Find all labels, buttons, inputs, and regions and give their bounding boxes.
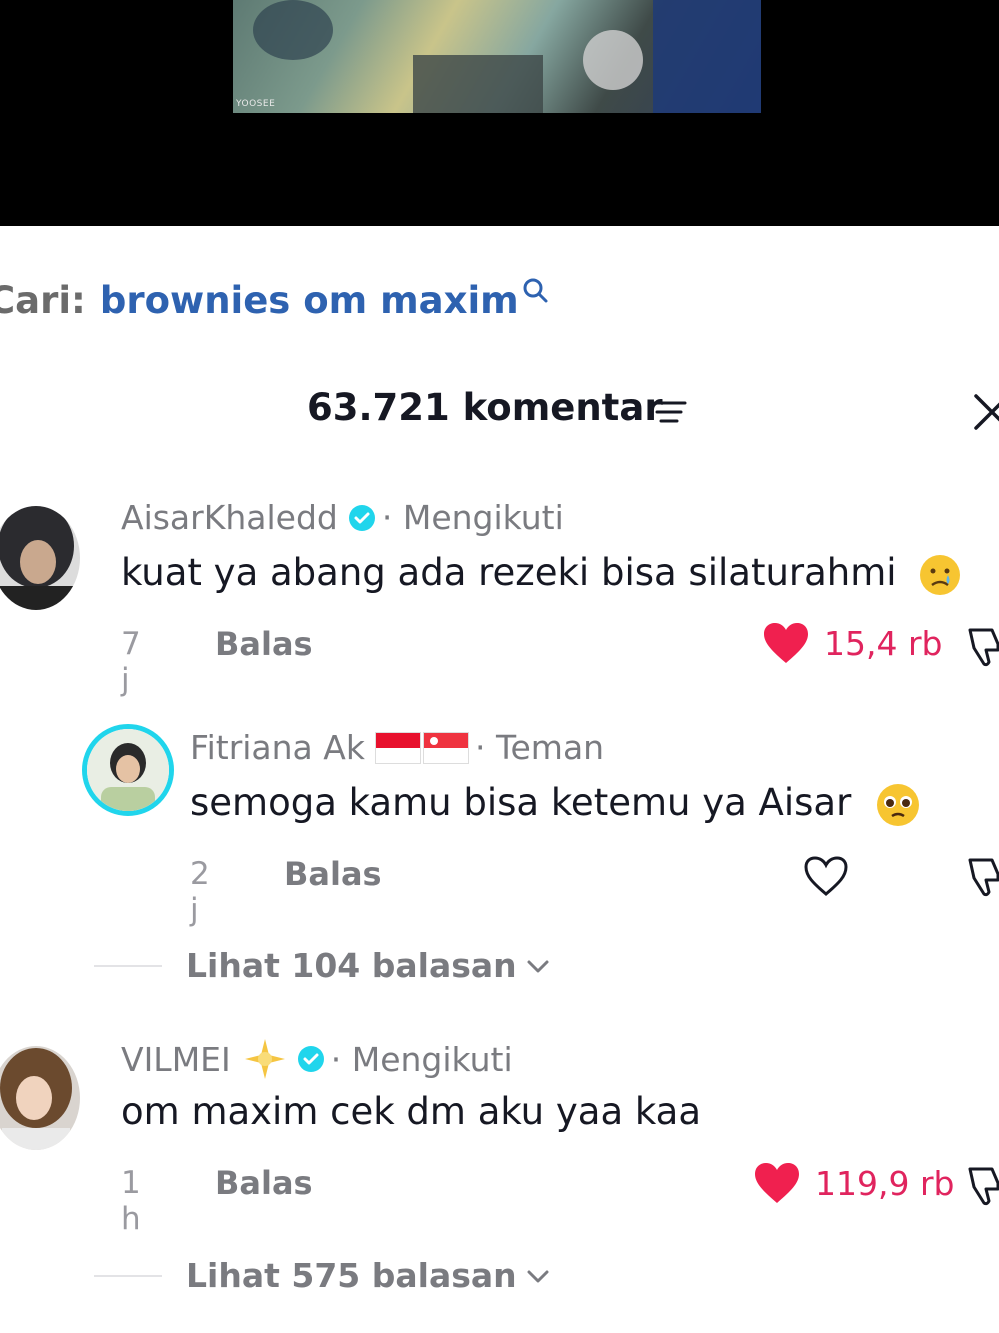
divider (94, 964, 162, 967)
comment-text-row: kuat ya abang ada rezeki bisa silaturahm… (121, 551, 962, 597)
search-query[interactable]: brownies om maxim (100, 279, 519, 322)
video-frame (233, 0, 761, 113)
comment-time: 1 h (121, 1165, 141, 1237)
avatar[interactable] (82, 724, 174, 816)
indonesia-flag-icon (374, 731, 421, 764)
like-button[interactable]: 15,4 rb (762, 621, 942, 665)
crying-face-emoji-icon (920, 554, 961, 595)
comment-count: 63.721 komentar (307, 386, 663, 429)
view-replies-button[interactable]: Lihat 575 balasan (94, 1256, 551, 1295)
heart-filled-icon (755, 1163, 799, 1203)
view-replies-label: Lihat 575 balasan (186, 1256, 517, 1295)
comment-username-row[interactable]: AisarKhaledd · Mengikuti (121, 498, 564, 537)
dislike-icon[interactable] (966, 624, 999, 668)
comment-time: 2 j (190, 856, 210, 928)
comment-text-row: semoga kamu bisa ketemu ya Aisar (190, 781, 921, 828)
reply-button[interactable]: Balas (284, 855, 382, 893)
relation-label: · Mengikuti (381, 498, 564, 537)
comment-text: om maxim cek dm aku yaa kaa (121, 1090, 702, 1133)
video-watermark: YOOSEE (236, 99, 276, 109)
search-prefix: Cari: (0, 278, 86, 322)
verified-badge-icon (297, 1046, 324, 1072)
verified-badge-icon (348, 504, 375, 531)
singapore-flag-icon (422, 731, 469, 764)
avatar[interactable] (0, 1046, 80, 1150)
comment-username[interactable]: AisarKhaledd (121, 498, 338, 537)
like-count: 119,9 rb (815, 1163, 955, 1203)
dislike-icon[interactable] (966, 1163, 999, 1207)
relation-label: · Mengikuti (330, 1039, 513, 1079)
comment-username[interactable]: Fitriana Ak (190, 728, 365, 767)
heart-filled-icon (764, 623, 808, 663)
comment-text-row: om maxim cek dm aku yaa kaa (121, 1090, 701, 1133)
divider (94, 1274, 162, 1277)
search-icon (523, 278, 548, 303)
reply-button[interactable]: Balas (215, 1164, 313, 1202)
comment-username[interactable]: VILMEI (121, 1040, 231, 1079)
view-replies-button[interactable]: Lihat 104 balasan (94, 946, 551, 985)
reply-button[interactable]: Balas (215, 625, 313, 663)
avatar[interactable] (0, 506, 80, 610)
video-player[interactable]: YOOSEE (0, 0, 999, 226)
pleading-face-emoji-icon (877, 783, 920, 826)
comment-username-row[interactable]: VILMEI · Mengikuti (121, 1037, 513, 1081)
like-count: 15,4 rb (824, 623, 943, 663)
sparkle-star-icon (244, 1039, 285, 1079)
comment-username-row[interactable]: Fitriana Ak · Teman (190, 728, 604, 767)
dislike-icon[interactable] (966, 854, 999, 898)
view-replies-label: Lihat 104 balasan (186, 946, 517, 985)
search-suggestion[interactable]: Cari: brownies om maxim (0, 270, 551, 330)
like-button[interactable]: 119,9 rb (753, 1161, 954, 1205)
comment-text: kuat ya abang ada rezeki bisa silaturahm… (121, 551, 897, 594)
comments-header: 63.721 komentar (0, 380, 999, 440)
comment-time: 7 j (121, 626, 141, 698)
relation-label: · Teman (474, 728, 605, 767)
heart-outline-icon[interactable] (802, 854, 850, 898)
sort-icon[interactable] (650, 397, 688, 427)
chevron-down-icon (527, 960, 549, 972)
comment-text: semoga kamu bisa ketemu ya Aisar (190, 781, 852, 824)
close-icon[interactable] (972, 392, 999, 432)
chevron-down-icon (527, 1270, 549, 1282)
